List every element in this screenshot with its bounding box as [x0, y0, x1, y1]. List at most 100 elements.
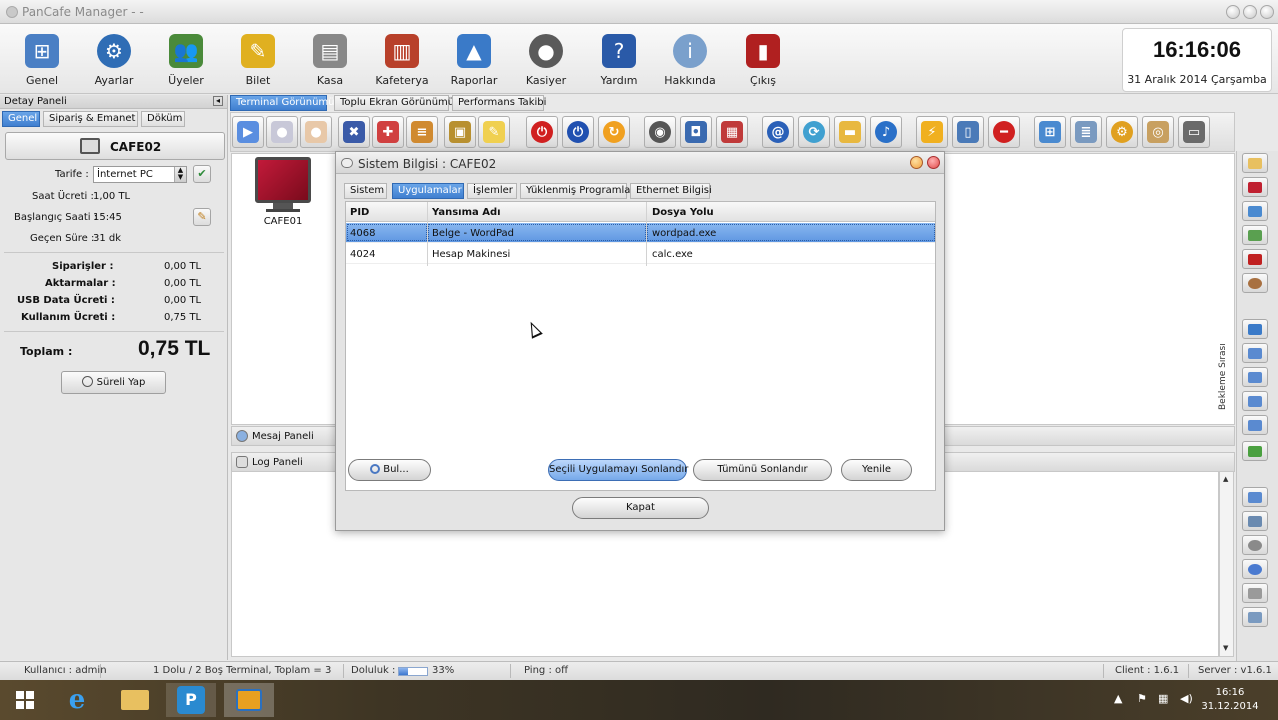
- side-button[interactable]: [1242, 225, 1268, 245]
- user-button[interactable]: ●: [300, 116, 332, 148]
- transfer-button[interactable]: ⟳: [798, 116, 830, 148]
- toolbar-kasa-button[interactable]: ▤ Kasa: [294, 34, 366, 87]
- tab-sistem[interactable]: Sistem: [344, 183, 387, 199]
- block-button[interactable]: ━: [988, 116, 1020, 148]
- side-button[interactable]: [1242, 441, 1268, 461]
- side-button[interactable]: [1242, 583, 1268, 603]
- flag-icon[interactable]: ⚑: [1137, 692, 1147, 705]
- side-button[interactable]: [1242, 535, 1268, 555]
- windows-button[interactable]: ⊞: [1034, 116, 1066, 148]
- folder-button[interactable]: ▬: [834, 116, 866, 148]
- message-button[interactable]: @: [762, 116, 794, 148]
- apply-tariff-button[interactable]: ✔: [193, 165, 211, 183]
- refresh-button[interactable]: Yenile: [841, 459, 912, 481]
- file-explorer-icon[interactable]: [110, 683, 160, 717]
- terminal-tile[interactable]: CAFE01: [254, 157, 312, 227]
- pancafe-manager-taskbar-icon[interactable]: [224, 683, 274, 717]
- toolbar-yardim-button[interactable]: ? Yardım: [583, 34, 655, 87]
- log-scrollbar[interactable]: ▲ ▼: [1219, 471, 1234, 657]
- tab-terminal-view[interactable]: Terminal Görünümü: [230, 95, 335, 111]
- timed-session-button[interactable]: Süreli Yap: [61, 371, 166, 394]
- member-session-button[interactable]: ●: [266, 116, 298, 148]
- tab-islemler[interactable]: İşlemler: [467, 183, 517, 199]
- dialog-minimize-button[interactable]: [910, 156, 923, 169]
- side-button[interactable]: [1242, 343, 1268, 363]
- find-button[interactable]: Bul...: [348, 459, 431, 481]
- panel-collapse-button[interactable]: ◂: [213, 96, 223, 106]
- dialog-close-button[interactable]: [927, 156, 940, 169]
- speaker-icon[interactable]: ◀): [1180, 692, 1193, 705]
- end-all-button[interactable]: Tümünü Sonlandır: [693, 459, 832, 481]
- toolbar-kafeterya-button[interactable]: ▥ Kafeterya: [366, 34, 438, 87]
- tab-dokum[interactable]: Döküm: [141, 111, 185, 127]
- side-button[interactable]: [1242, 607, 1268, 627]
- pancafe-taskbar-icon[interactable]: P: [166, 683, 216, 717]
- list-button[interactable]: ≣: [1070, 116, 1102, 148]
- network-button[interactable]: ▭: [1178, 116, 1210, 148]
- side-button[interactable]: [1242, 487, 1268, 507]
- note-button[interactable]: ✎: [478, 116, 510, 148]
- side-button[interactable]: [1242, 249, 1268, 269]
- toolbar-uyeler-button[interactable]: 👥 Üyeler: [150, 34, 222, 87]
- minimize-button[interactable]: [1226, 5, 1240, 19]
- column-header[interactable]: Yansıma Adı: [432, 207, 501, 218]
- side-button[interactable]: [1242, 559, 1268, 579]
- column-header[interactable]: Dosya Yolu: [652, 207, 714, 218]
- side-button[interactable]: [1242, 391, 1268, 411]
- scroll-down-icon[interactable]: ▼: [1223, 644, 1228, 652]
- settings-button[interactable]: ⚙: [1106, 116, 1138, 148]
- side-button[interactable]: [1242, 319, 1268, 339]
- table-row[interactable]: 4024 Hesap Makinesi calc.exe: [346, 244, 935, 264]
- start-session-button[interactable]: ▶: [232, 116, 264, 148]
- network-icon[interactable]: ▦: [1158, 692, 1168, 705]
- close-button[interactable]: [1260, 5, 1274, 19]
- tab-ethernet[interactable]: Ethernet Bilgisi: [630, 183, 712, 199]
- screenshot-button[interactable]: ◘: [680, 116, 712, 148]
- side-button[interactable]: [1242, 511, 1268, 531]
- safe-button[interactable]: ▣: [444, 116, 476, 148]
- side-button[interactable]: [1242, 177, 1268, 197]
- side-button[interactable]: [1242, 273, 1268, 293]
- tab-installed-programs[interactable]: Yüklenmiş Programlar: [520, 183, 634, 199]
- side-button[interactable]: [1242, 201, 1268, 221]
- food-order-button[interactable]: ≡: [406, 116, 438, 148]
- toolbar-hakkinda-button[interactable]: i Hakkında: [654, 34, 726, 87]
- toolbar-ayarlar-button[interactable]: ⚙ Ayarlar: [78, 34, 150, 87]
- usb-button[interactable]: ▯: [952, 116, 984, 148]
- start-button[interactable]: [0, 683, 50, 717]
- tariff-select[interactable]: İnternet PC ▲ ▼: [93, 166, 187, 183]
- shutdown-button[interactable]: ⏻: [526, 116, 558, 148]
- tab-siparis-emanet[interactable]: Sipariş & Emanet: [43, 111, 138, 127]
- view-screen-button[interactable]: ◉: [644, 116, 676, 148]
- column-header[interactable]: PID: [350, 207, 369, 218]
- disk-button[interactable]: ◎: [1142, 116, 1174, 148]
- close-dialog-button[interactable]: Kapat: [572, 497, 709, 519]
- stop-session-button[interactable]: ✖: [338, 116, 370, 148]
- toolbar-raporlar-button[interactable]: ▲ Raporlar: [438, 34, 510, 87]
- scroll-up-icon[interactable]: ▲: [1223, 475, 1228, 483]
- toolbar-kasiyer-button[interactable]: ● Kasiyer: [510, 34, 582, 87]
- edit-start-button[interactable]: ✎: [193, 208, 211, 226]
- toolbar-bilet-button[interactable]: ✎ Bilet: [222, 34, 294, 87]
- side-button[interactable]: [1242, 367, 1268, 387]
- terminal-name-button[interactable]: CAFE02: [5, 132, 225, 160]
- tab-uygulamalar[interactable]: Uygulamalar: [392, 183, 464, 199]
- power-button[interactable]: ⏻: [562, 116, 594, 148]
- end-selected-app-button[interactable]: Seçili Uygulamayı Sonlandır: [548, 459, 688, 481]
- side-button[interactable]: [1242, 153, 1268, 173]
- maximize-button[interactable]: [1243, 5, 1257, 19]
- volume-button[interactable]: ♪: [870, 116, 902, 148]
- side-button[interactable]: [1242, 415, 1268, 435]
- table-row[interactable]: 4068 Belge - WordPad wordpad.exe: [346, 223, 935, 243]
- toolbar-genel-button[interactable]: ⊞ Genel: [6, 34, 78, 87]
- flash-button[interactable]: ⚡: [916, 116, 948, 148]
- taskbar-clock[interactable]: 16:16 31.12.2014: [1200, 686, 1260, 714]
- remote-control-button[interactable]: ▦: [716, 116, 748, 148]
- internet-explorer-icon[interactable]: e: [52, 683, 102, 717]
- tab-performance[interactable]: Performans Takibi: [452, 95, 546, 111]
- tab-bulk-screen-view[interactable]: Toplu Ekran Görünümü: [334, 95, 454, 111]
- add-order-button[interactable]: ✚: [372, 116, 404, 148]
- tray-up-arrow-icon[interactable]: ▲: [1114, 692, 1122, 705]
- restart-button[interactable]: ↻: [598, 116, 630, 148]
- toolbar-cikis-button[interactable]: ▮ Çıkış: [727, 34, 799, 87]
